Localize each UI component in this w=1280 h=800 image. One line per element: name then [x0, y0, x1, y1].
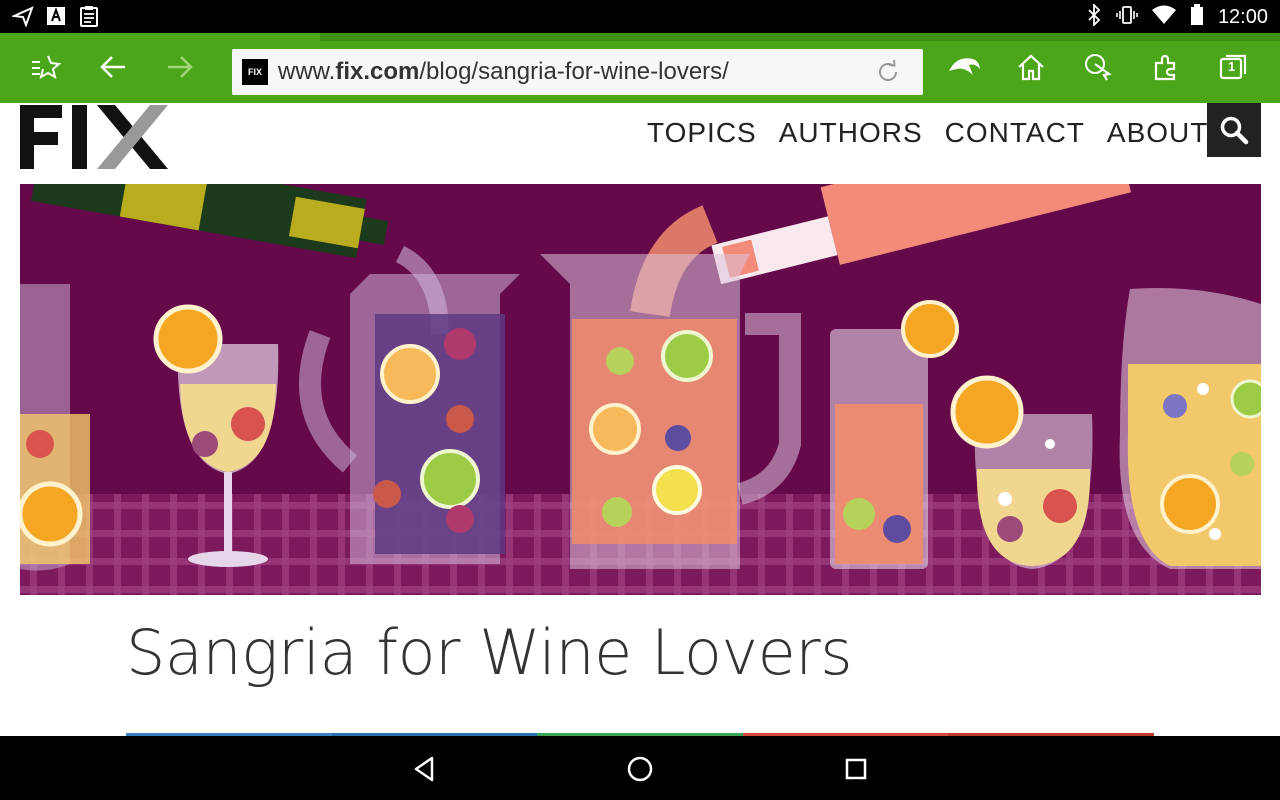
nav-authors[interactable]: AUTHORS	[779, 117, 923, 149]
tab-count: 1	[1228, 59, 1236, 74]
android-nav-bar	[0, 736, 1280, 800]
clipboard-icon	[78, 5, 100, 27]
addons-button[interactable]	[1148, 49, 1184, 85]
address-bar[interactable]: FIX www.fix.com/blog/sangria-for-wine-lo…	[232, 49, 923, 95]
reload-icon	[879, 59, 897, 81]
font-icon	[46, 6, 66, 26]
tabs-button[interactable]: 1	[1215, 49, 1251, 85]
status-bar: 12:00	[0, 0, 1280, 33]
search-button[interactable]	[1207, 103, 1261, 157]
home-nav-button[interactable]	[625, 754, 655, 784]
dolphin-button[interactable]	[946, 49, 982, 85]
site-header: TOPICS AUTHORS CONTACT ABOUT	[0, 103, 1280, 184]
nav-about[interactable]: ABOUT	[1107, 117, 1208, 149]
gesture-button[interactable]	[1080, 49, 1116, 85]
vibrate-icon	[1116, 4, 1138, 30]
article-title: Sangria for Wine Lovers	[126, 616, 853, 689]
bookmark-star-icon	[32, 55, 62, 80]
bluetooth-icon	[1086, 2, 1102, 30]
fix-logo-mark	[20, 105, 168, 169]
arrow-left-icon	[100, 56, 125, 78]
back-nav-button[interactable]	[410, 754, 440, 784]
bookmarks-button[interactable]	[28, 49, 64, 85]
circle-home-icon	[627, 756, 653, 782]
home-icon	[1018, 54, 1044, 81]
nav-topics[interactable]: TOPICS	[647, 117, 757, 149]
recents-nav-button[interactable]	[841, 754, 871, 784]
nav-contact[interactable]: CONTACT	[945, 117, 1085, 149]
status-clock: 12:00	[1217, 5, 1268, 28]
forward-button[interactable]	[162, 49, 198, 85]
url-text[interactable]: www.fix.com/blog/sangria-for-wine-lovers…	[278, 58, 729, 86]
square-recents-icon	[845, 758, 867, 780]
browser-toolbar: FIX www.fix.com/blog/sangria-for-wine-lo…	[0, 33, 1280, 103]
dolphin-icon	[949, 58, 980, 75]
sangria-illustration	[20, 184, 1261, 595]
arrow-right-icon	[168, 56, 193, 78]
active-tab-indicator	[0, 33, 320, 41]
back-button[interactable]	[95, 49, 131, 85]
hero-illustration	[20, 184, 1261, 595]
gesture-hand-icon	[1085, 54, 1112, 81]
triangle-back-icon	[414, 756, 434, 782]
url-path: /blog/sangria-for-wine-lovers/	[419, 58, 729, 85]
tab-strip	[0, 33, 1280, 41]
send-icon	[12, 5, 34, 27]
fix-logo[interactable]	[20, 105, 170, 175]
main-nav: TOPICS AUTHORS CONTACT ABOUT	[647, 117, 1208, 149]
wifi-icon	[1151, 5, 1176, 29]
battery-icon	[1190, 4, 1204, 30]
url-prefix: www.	[278, 58, 336, 85]
search-icon	[1220, 116, 1249, 145]
home-button[interactable]	[1013, 49, 1049, 85]
site-favicon: FIX	[242, 59, 268, 85]
url-domain: fix.com	[335, 58, 420, 85]
puzzle-icon	[1154, 54, 1176, 81]
reload-button[interactable]	[875, 59, 901, 89]
